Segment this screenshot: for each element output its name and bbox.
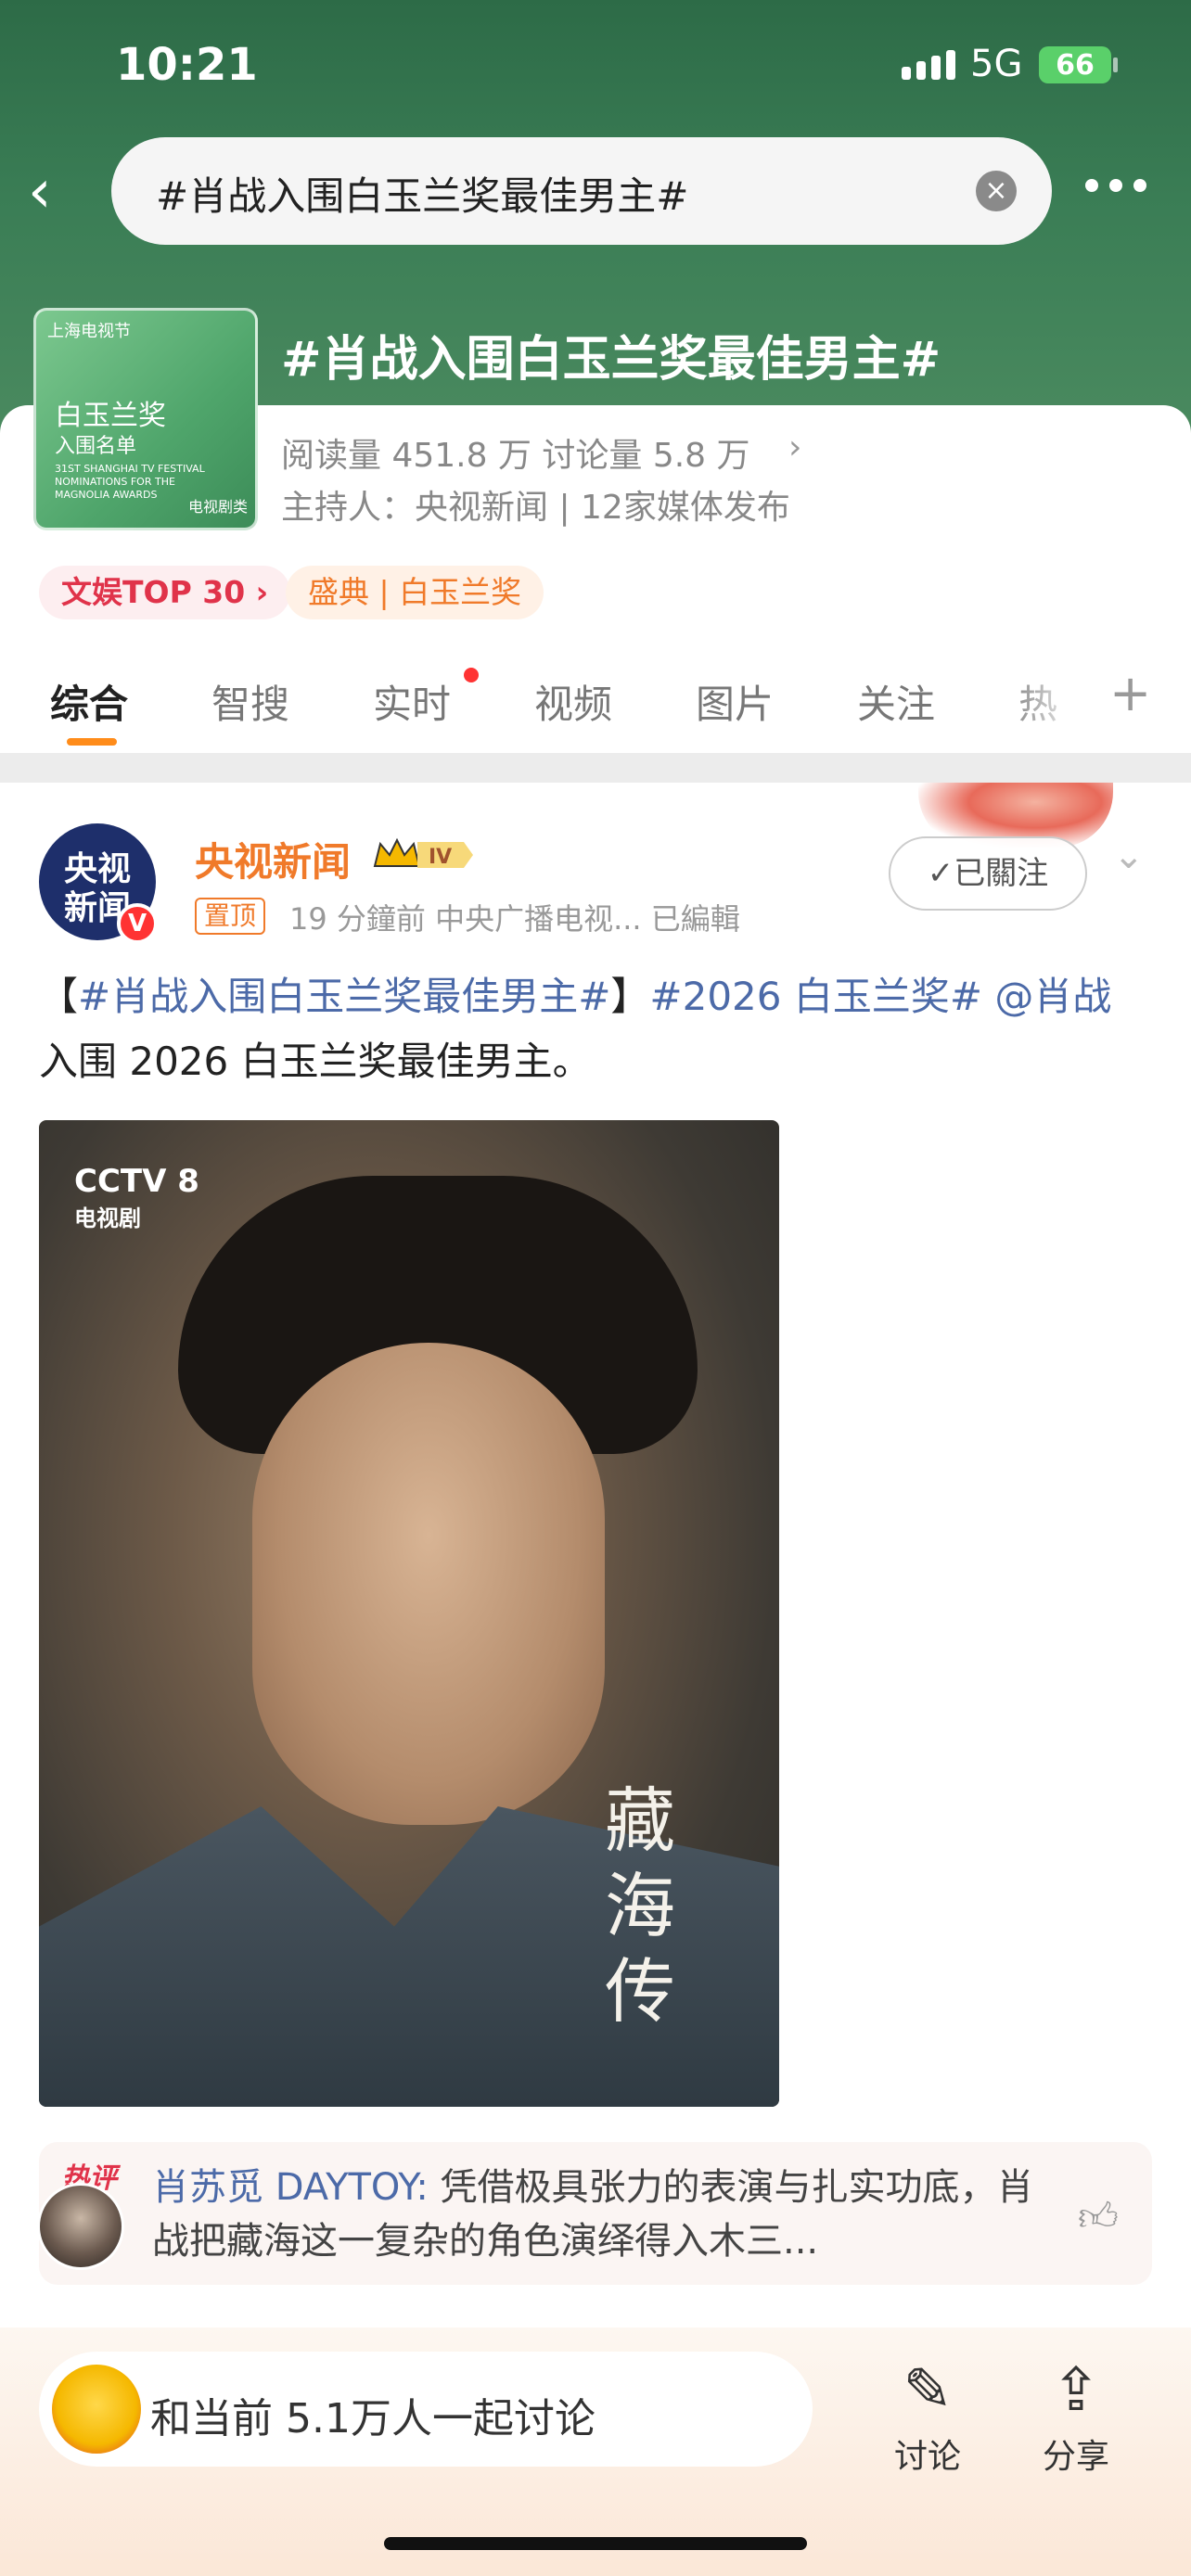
topic-cover-image: 上海电视节 白玉兰奖 入围名单 31ST SHANGHAI TV FESTIVA…	[33, 308, 258, 530]
chevron-down-icon[interactable]: ⌄	[1113, 835, 1145, 877]
section-divider	[0, 753, 1191, 783]
photo-face	[252, 1343, 605, 1825]
post-text-bracket-close: 】	[610, 974, 650, 1019]
discuss-button[interactable]: ✎ 讨论	[872, 2352, 983, 2478]
topic-host: 主持人：央视新闻 | 12家媒体发布	[281, 489, 790, 527]
discuss-prompt: 和当前 5.1万人一起讨论	[150, 2395, 596, 2442]
network-label: 5G	[970, 43, 1023, 85]
tab-underline	[67, 738, 117, 746]
share-label: 分享	[1042, 2438, 1109, 2476]
follow-button[interactable]: ✓已關注	[889, 836, 1087, 911]
new-dot-badge	[464, 668, 479, 682]
battery-tip	[1113, 57, 1118, 72]
post-text-body: 入围 2026 白玉兰奖最佳男主。	[39, 1039, 592, 1084]
status-bar: 10:21 5G 66	[0, 0, 1191, 130]
home-indicator[interactable]	[384, 2537, 807, 2550]
channel-name: CCTV 8	[74, 1163, 199, 1200]
pinned-badge: 置顶	[195, 898, 266, 935]
post-text: 【#肖战入围白玉兰奖最佳男主#】#2026 白玉兰奖# @肖战 入围 2026 …	[39, 964, 1152, 1094]
tab-bar: 综合 智搜 实时 视频 图片 关注 热 +	[0, 649, 1191, 751]
battery-icon: 66	[1039, 46, 1111, 83]
tab-comprehensive[interactable]: 综合	[50, 673, 128, 730]
compose-icon: ✎	[903, 2356, 953, 2425]
post-image[interactable]: CCTV 8 电视剧 藏海传	[39, 1120, 779, 2107]
back-icon[interactable]: ‹	[28, 159, 83, 224]
level-badge-icon: IV	[373, 837, 473, 869]
post-meta: 19 分鐘前 中央广播电视... 已編輯	[289, 901, 740, 937]
post-card: 央视 新闻 V 央视新闻 IV 置顶 19 分鐘前 中央广播电视... 已編輯 …	[0, 783, 1191, 2331]
post-text-bracket-open: 【	[39, 974, 79, 1019]
status-time: 10:21	[116, 39, 258, 91]
tab-following[interactable]: 关注	[857, 673, 935, 730]
chevron-right-icon[interactable]: ›	[788, 428, 801, 466]
channel-logo: CCTV 8 电视剧	[74, 1163, 199, 1232]
cover-subtitle: 入围名单	[55, 435, 137, 458]
rank-tag[interactable]: 文娱TOP 30 ›	[39, 566, 291, 619]
event-tag[interactable]: 盛典 | 白玉兰奖	[286, 566, 544, 619]
author-name[interactable]: 央视新闻	[195, 831, 351, 887]
cover-logo-text: 上海电视节	[47, 322, 131, 341]
tab-video[interactable]: 视频	[534, 673, 612, 730]
clear-icon[interactable]: ×	[976, 171, 1017, 211]
discuss-input[interactable]: 和当前 5.1万人一起讨论	[39, 2352, 813, 2467]
search-query: #肖战入围白玉兰奖最佳男主#	[156, 173, 689, 219]
hot-comment[interactable]: 热评 肖苏觅 DAYTOY: 凭借极具张力的表演与扎实功底，肖战把藏海这一复杂的…	[37, 2142, 1152, 2285]
verified-icon: V	[117, 903, 158, 944]
svg-text:IV: IV	[429, 846, 452, 869]
more-icon[interactable]	[1085, 167, 1159, 204]
commenter-name[interactable]: 肖苏觅 DAYTOY:	[152, 2166, 429, 2209]
topic-title: #肖战入围白玉兰奖最佳男主#	[281, 332, 941, 388]
discuss-label: 讨论	[893, 2438, 961, 2476]
topic-stats[interactable]: 阅读量 451.8 万 讨论量 5.8 万	[281, 428, 750, 477]
tab-smart-search[interactable]: 智搜	[211, 673, 289, 730]
emoji-avatar-icon	[52, 2365, 141, 2454]
channel-sub: 电视剧	[74, 1205, 141, 1231]
signal-icon	[902, 50, 955, 80]
tab-pictures[interactable]: 图片	[696, 673, 774, 730]
cover-title: 白玉兰奖	[55, 400, 166, 432]
cover-corner: 电视剧类	[187, 498, 248, 516]
hot-comment-text: 肖苏觅 DAYTOY: 凭借极具张力的表演与扎实功底，肖战把藏海这一复杂的角色演…	[152, 2161, 1052, 2268]
search-input[interactable]: #肖战入围白玉兰奖最佳男主# ×	[111, 137, 1052, 245]
tab-realtime[interactable]: 实时	[373, 673, 451, 730]
hashtag-mention-link[interactable]: #2026 白玉兰奖# @肖战	[649, 974, 1111, 1019]
drama-title-calligraphy: 藏海传	[605, 1779, 675, 2033]
share-button[interactable]: ⇪ 分享	[1020, 2352, 1132, 2478]
add-tab-icon[interactable]: +	[1109, 664, 1151, 722]
commenter-avatar[interactable]	[37, 2183, 124, 2270]
hashtag-link[interactable]: #肖战入围白玉兰奖最佳男主#	[78, 974, 610, 1019]
tab-fade	[1002, 649, 1104, 751]
like-icon[interactable]: 👍︎	[1078, 2194, 1119, 2241]
share-icon: ⇪	[1051, 2356, 1101, 2425]
